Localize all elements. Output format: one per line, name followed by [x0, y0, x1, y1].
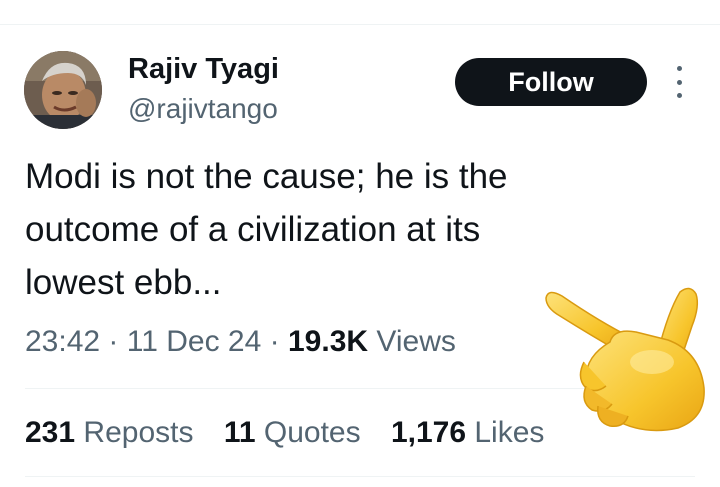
more-dot [676, 93, 682, 98]
quotes-label: Quotes [263, 416, 361, 449]
tweet-date[interactable]: 11 Dec 24 [127, 325, 262, 358]
divider [25, 476, 695, 477]
author-avatar[interactable] [24, 51, 102, 129]
views-count: 19.3K [287, 325, 369, 358]
meta-separator: · [269, 325, 280, 358]
author-handle[interactable]: @rajivtango [128, 92, 278, 126]
views-label: Views [376, 325, 456, 358]
meta-separator: · [108, 325, 119, 358]
follow-button[interactable]: Follow [455, 58, 647, 106]
reposts-stat[interactable]: 231 Reposts [25, 416, 193, 449]
tweet-meta: 23:42 · 11 Dec 24 · 19.3K Views [25, 322, 456, 362]
author-name[interactable]: Rajiv Tyagi [128, 52, 279, 86]
pointing-hand-emoji-icon [545, 287, 705, 432]
tweet-text-line: lowest ebb... [25, 263, 222, 302]
tweet-text-line: Modi is not the cause; he is the [25, 157, 508, 196]
likes-count: 1,176 [390, 416, 467, 449]
reposts-label: Reposts [83, 416, 194, 449]
likes-stat[interactable]: 1,176 Likes [391, 416, 544, 449]
top-divider [0, 24, 720, 25]
tweet-time[interactable]: 23:42 [25, 325, 100, 358]
avatar-image [24, 51, 102, 129]
more-vertical-icon[interactable] [671, 66, 687, 98]
more-dot [676, 79, 682, 85]
reposts-count: 231 [25, 416, 76, 449]
quotes-count: 11 [223, 416, 256, 449]
tweet-text: Modi is not the cause; he is the outcome… [25, 150, 625, 309]
likes-label: Likes [474, 416, 545, 449]
tweet-text-line: outcome of a civilization at its [25, 210, 481, 249]
engagement-stats: 231 Reposts 11 Quotes 1,176 Likes [25, 413, 566, 453]
quotes-stat[interactable]: 11 Quotes [224, 416, 361, 449]
more-dot [676, 66, 682, 71]
